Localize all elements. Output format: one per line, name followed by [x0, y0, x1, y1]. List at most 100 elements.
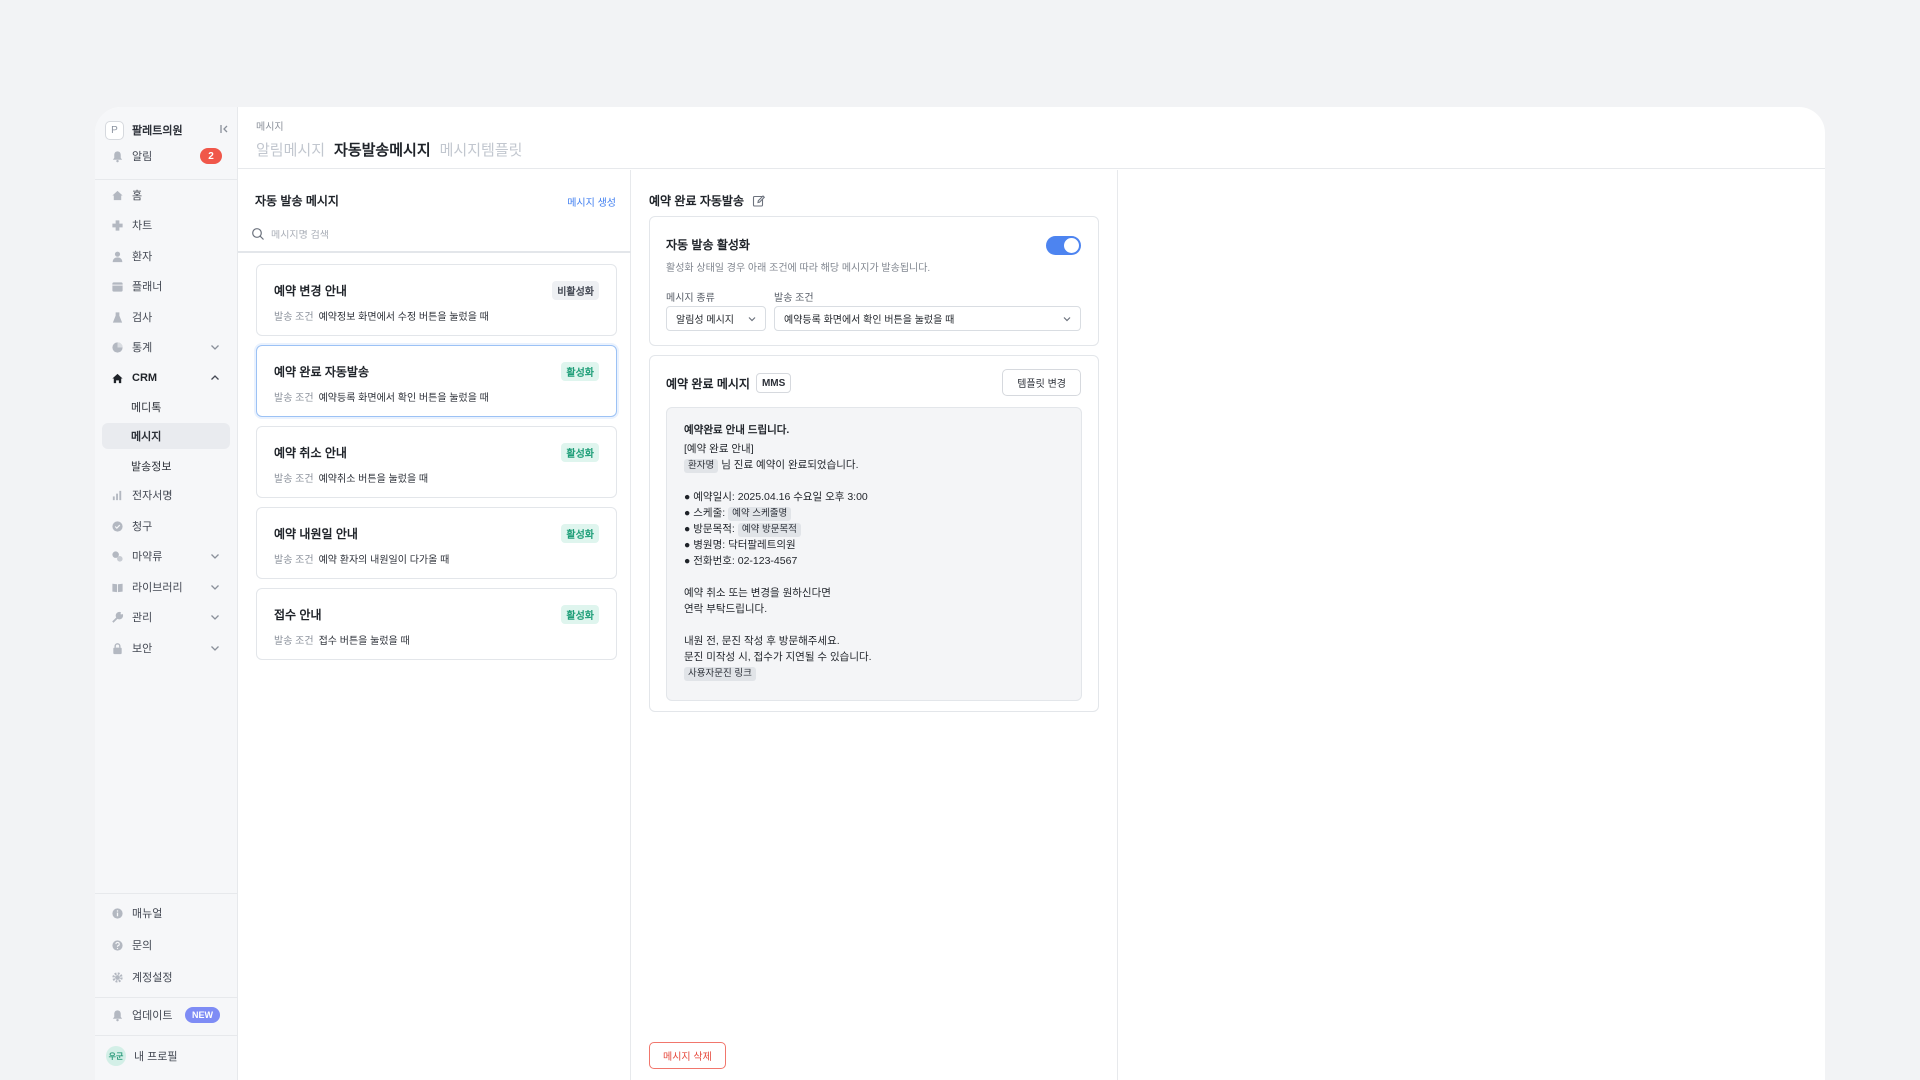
chevron-down-icon	[747, 314, 757, 324]
sidebar-item-update[interactable]: 업데이트 NEW	[102, 1002, 230, 1028]
card-condition: 발송 조건 예약등록 화면에서 확인 버튼을 눌렀을 때	[274, 389, 489, 404]
condition-key: 발송 조건	[274, 636, 314, 647]
chevron-down-icon[interactable]	[209, 581, 221, 593]
activation-section: 자동 발송 활성화 활성화 상태일 경우 아래 조건에 따라 해당 메시지가 발…	[649, 216, 1099, 346]
change-template-button[interactable]: 템플릿 변경	[1002, 369, 1081, 396]
divider	[95, 179, 238, 180]
condition-value: 예약등록 화면에서 확인 버튼을 눌렀을 때	[318, 393, 489, 404]
message-section: 예약 완료 메시지 MMS 템플릿 변경 예약완료 안내 드립니다. [예약 완…	[649, 355, 1099, 712]
sidebar-item-chart[interactable]: 차트	[102, 212, 230, 238]
sidebar-item-library[interactable]: 라이브러리	[102, 574, 230, 600]
status-badge: 활성화	[561, 443, 599, 462]
sidebar-item-profile[interactable]: 우군 내 프로필	[102, 1043, 230, 1069]
status-badge: 비활성화	[552, 281, 599, 300]
preview-text: 님 진료 예약이 완료되었습니다.	[721, 459, 859, 471]
sidebar-subitem-send-info[interactable]: 발송정보	[102, 453, 230, 479]
sidebar-subitem-message[interactable]: 메시지	[102, 423, 230, 449]
lock-icon	[110, 641, 124, 655]
sidebar-item-label: 알림	[132, 151, 153, 163]
preview-line: 내원 전, 문진 작성 후 방문해주세요.	[684, 635, 840, 647]
pie-icon	[110, 340, 124, 354]
sidebar-item-label: 전자서명	[132, 490, 173, 502]
tab-alert-message[interactable]: 알림메시지	[256, 139, 325, 160]
message-card[interactable]: 예약 완료 자동발송 활성화 발송 조건 예약등록 화면에서 확인 버튼을 눌렀을…	[256, 345, 617, 417]
sidebar-item-inquiry[interactable]: 문의	[102, 932, 230, 958]
chevron-down-icon[interactable]	[209, 611, 221, 623]
status-badge: 활성화	[561, 362, 599, 381]
send-condition-select[interactable]: 예약등록 화면에서 확인 버튼을 눌렀을 때	[774, 306, 1081, 331]
collapse-sidebar-icon[interactable]	[219, 123, 231, 135]
flask-icon	[110, 310, 124, 324]
tab-message-template[interactable]: 메시지템플릿	[440, 139, 523, 160]
sidebar-item-patient[interactable]: 환자	[102, 243, 230, 269]
home-icon	[110, 188, 124, 202]
notification-count-badge: 2	[200, 148, 222, 164]
divider	[95, 997, 238, 998]
chevron-down-icon[interactable]	[209, 341, 221, 353]
chevron-up-icon[interactable]	[209, 372, 221, 384]
sidebar-item-narcotics[interactable]: 마약류	[102, 543, 230, 569]
search-input[interactable]	[271, 230, 571, 241]
app-window: P 팔레트의원 알림 2 홈 차트 환자 플래너 검사 통계 CRM 메디톡 메…	[95, 107, 1825, 1080]
sidebar-item-planner[interactable]: 플래너	[102, 273, 230, 299]
message-card[interactable]: 예약 변경 안내 비활성화 발송 조건 예약정보 화면에서 수정 버튼을 눌렀을 …	[256, 264, 617, 336]
page-header: 메시지 알림메시지 자동발송메시지 메시지템플릿	[238, 107, 1825, 169]
avatar: 우군	[106, 1046, 126, 1066]
delete-message-button[interactable]: 메시지 삭제	[649, 1042, 726, 1069]
sidebar-item-manual[interactable]: 매뉴얼	[102, 900, 230, 926]
sidebar-item-crm[interactable]: CRM	[102, 365, 230, 391]
search-icon	[251, 227, 265, 244]
search-bar	[238, 220, 631, 253]
sidebar-item-claim[interactable]: 청구	[102, 513, 230, 539]
variable-chip: 예약 방문목적	[737, 523, 801, 537]
message-card[interactable]: 접수 안내 활성화 발송 조건 접수 버튼을 눌렀을 때	[256, 588, 617, 660]
auto-send-toggle[interactable]	[1046, 236, 1081, 255]
variable-chip: 예약 스케줄명	[728, 507, 792, 521]
preview-line: 사용자문진 링크	[684, 665, 1064, 681]
detail-title: 예약 완료 자동발송	[649, 192, 766, 209]
message-card[interactable]: 예약 취소 안내 활성화 발송 조건 예약취소 버튼을 눌렀을 때	[256, 426, 617, 498]
message-card[interactable]: 예약 내원일 안내 활성화 발송 조건 예약 환자의 내원일이 다가올 때	[256, 507, 617, 579]
preview-blank	[684, 617, 1064, 633]
tab-auto-message[interactable]: 자동발송메시지	[334, 139, 431, 160]
edit-icon[interactable]	[752, 194, 766, 208]
preview-text: ● 스케줄:	[684, 507, 726, 519]
sidebar: P 팔레트의원 알림 2 홈 차트 환자 플래너 검사 통계 CRM 메디톡 메…	[95, 107, 238, 1080]
wrench-icon	[110, 610, 124, 624]
status-badge: 활성화	[561, 524, 599, 543]
sidebar-item-security[interactable]: 보안	[102, 635, 230, 661]
message-header: 예약 완료 메시지 MMS	[666, 373, 792, 393]
sidebar-item-label: 통계	[132, 342, 153, 354]
sidebar-item-notifications[interactable]: 알림 2	[102, 143, 230, 169]
chevron-down-icon[interactable]	[209, 550, 221, 562]
sidebar-item-management[interactable]: 관리	[102, 604, 230, 630]
brand[interactable]: P 팔레트의원	[105, 119, 233, 141]
create-message-link[interactable]: 메시지 생성	[567, 194, 616, 209]
activation-title: 자동 발송 활성화	[666, 238, 750, 252]
card-title: 접수 안내	[274, 608, 322, 622]
preview-heading: 예약완료 안내 드립니다.	[684, 424, 790, 436]
condition-value: 예약취소 버튼을 눌렀을 때	[318, 474, 429, 485]
sidebar-item-label: 관리	[132, 612, 153, 624]
condition-value: 예약정보 화면에서 수정 버튼을 눌렀을 때	[318, 312, 489, 323]
sidebar-item-account-settings[interactable]: 계정설정	[102, 964, 230, 990]
card-title: 예약 내원일 안내	[274, 527, 358, 541]
sidebar-item-home[interactable]: 홈	[102, 182, 230, 208]
sidebar-item-test[interactable]: 검사	[102, 304, 230, 330]
book-icon	[110, 580, 124, 594]
sidebar-subitem-meditalk[interactable]: 메디톡	[102, 394, 230, 420]
select-value: 알림성 메시지	[676, 315, 734, 326]
preview-line: ● 예약일시: 2025.04.16 수요일 오후 3:00	[684, 491, 868, 503]
divider	[95, 893, 238, 894]
activation-desc: 활성화 상태일 경우 아래 조건에 따라 해당 메시지가 발송됩니다.	[666, 263, 931, 274]
sidebar-item-label: 청구	[132, 521, 153, 533]
chevron-down-icon[interactable]	[209, 642, 221, 654]
send-condition-label: 발송 조건	[774, 293, 814, 304]
claim-icon	[110, 519, 124, 533]
message-type-select[interactable]: 알림성 메시지	[666, 306, 766, 331]
card-condition: 발송 조건 예약정보 화면에서 수정 버튼을 눌렀을 때	[274, 308, 489, 323]
sidebar-item-statistics[interactable]: 통계	[102, 334, 230, 360]
sidebar-item-e-signature[interactable]: 전자서명	[102, 482, 230, 508]
crm-home-icon	[110, 371, 124, 385]
variable-chip: 사용자문진 링크	[684, 667, 756, 681]
